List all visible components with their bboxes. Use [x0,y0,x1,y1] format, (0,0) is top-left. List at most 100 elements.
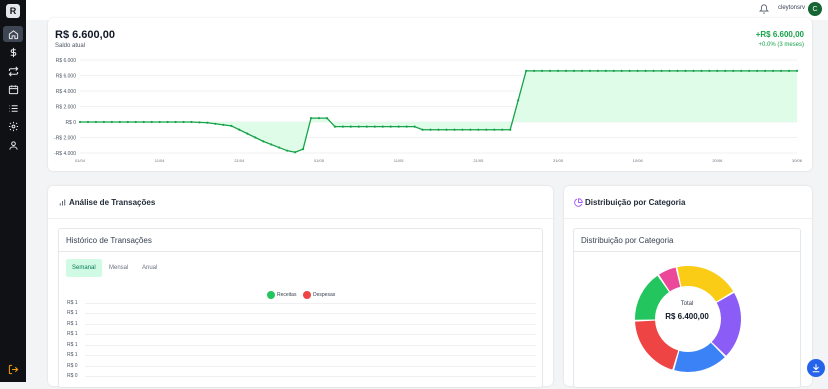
balance-point [309,117,313,120]
balance-point [349,125,352,128]
balance-point [102,120,105,124]
gridline [85,313,536,314]
user-icon [8,140,18,150]
balance-point [294,151,297,154]
balance-point [222,123,225,126]
download-button[interactable] [807,359,825,377]
bar-chart-icon [59,199,66,206]
balance-point [787,69,791,72]
balance-point [724,69,727,72]
balance-point [333,125,337,128]
balance-point [525,69,528,72]
gridline [85,366,536,367]
pie-chart-icon [574,198,583,207]
x-tick-label: 20/06 [712,158,723,163]
balance-point [110,120,113,124]
x-tick-label: 31/05 [553,158,564,163]
category-legend [586,379,791,389]
x-tick-label: 21/04 [234,158,245,163]
divider [574,251,800,252]
balance-point [708,69,711,72]
balance-point [86,120,90,124]
bell-icon[interactable] [759,4,769,14]
gridline [85,303,536,304]
avatar[interactable]: C [808,2,822,16]
balance-point [174,120,177,124]
balance-point [533,69,536,72]
logout-icon[interactable] [8,364,19,375]
username[interactable]: cleytonsrv [778,5,805,11]
y-tick-label: R$ 0 [67,363,78,369]
sidebar-item-finance[interactable] [3,44,23,60]
gridline [85,345,536,346]
transactions-history-title: Histórico de Transações [66,236,152,245]
balance-point [668,69,671,72]
donut-slice [677,266,734,302]
y-tick-label: R$ 2.000 [56,105,77,111]
tab-monthly[interactable]: Mensal [103,259,134,277]
balance-point [134,120,137,124]
sidebar-item-home[interactable] [3,26,23,42]
x-tick-label: 01/05 [314,158,325,163]
sidebar-item-settings[interactable] [3,118,23,134]
x-tick-label: 30/06 [792,158,803,163]
y-tick-label: -R$ 4.000 [54,151,76,157]
app-logo[interactable]: R [6,4,20,18]
balance-point [325,117,329,120]
balance-point [246,132,249,135]
balance-point [190,120,193,124]
balance-point [660,69,663,72]
balance-point [389,125,392,128]
legend-label: Despesas [313,292,336,298]
transactions-title: Análise de Transações [69,198,156,207]
dollar-icon [10,47,16,57]
balance-point [612,69,615,72]
balance-point [628,69,631,72]
tab-weekly[interactable]: Semanal [66,259,102,277]
balance-point [501,128,504,131]
balance-point [764,69,767,72]
balance-point [413,125,416,128]
balance-point [262,140,265,143]
balance-point [214,122,217,125]
tab-yearly[interactable]: Anual [136,259,163,277]
balance-point [509,128,512,131]
balance-point [580,69,584,72]
balance-point [692,69,695,72]
legend-despesas[interactable]: Despesas [303,291,335,299]
balance-point [716,69,719,72]
list-icon [8,104,18,112]
gridline [85,324,536,325]
balance-card: R$ 6.600,00 Saldo atual +R$ 6.600,00 +0.… [48,18,812,171]
balance-point [461,128,464,131]
sidebar-item-transfers[interactable] [3,63,23,79]
download-icon [812,364,820,373]
calendar-icon [8,84,18,94]
balance-point [270,143,273,146]
balance-point [126,120,129,124]
balance-point [620,69,623,72]
legend-receitas[interactable]: Receitas [267,291,296,299]
balance-point [684,69,687,72]
balance-point [238,128,241,131]
balance-area-fill [80,70,797,153]
legend-swatch [303,291,311,299]
sidebar-item-profile[interactable] [3,137,23,153]
balance-point [540,69,544,72]
y-tick-label: R$ 1 [67,342,78,348]
balance-point [301,148,305,151]
transfer-icon [8,66,18,76]
balance-point [477,128,480,131]
categories-title: Distribuição por Categoria [585,198,686,207]
balance-point [556,69,560,72]
sidebar-item-calendar[interactable] [3,81,23,97]
balance-point [732,69,735,72]
sidebar-item-list[interactable] [3,100,23,116]
balance-point [230,124,233,127]
balance-point [142,120,145,124]
balance-point [94,120,98,124]
home-icon [8,29,18,39]
balance-point [158,120,161,124]
balance-point [118,120,121,124]
top-bar [26,0,828,20]
